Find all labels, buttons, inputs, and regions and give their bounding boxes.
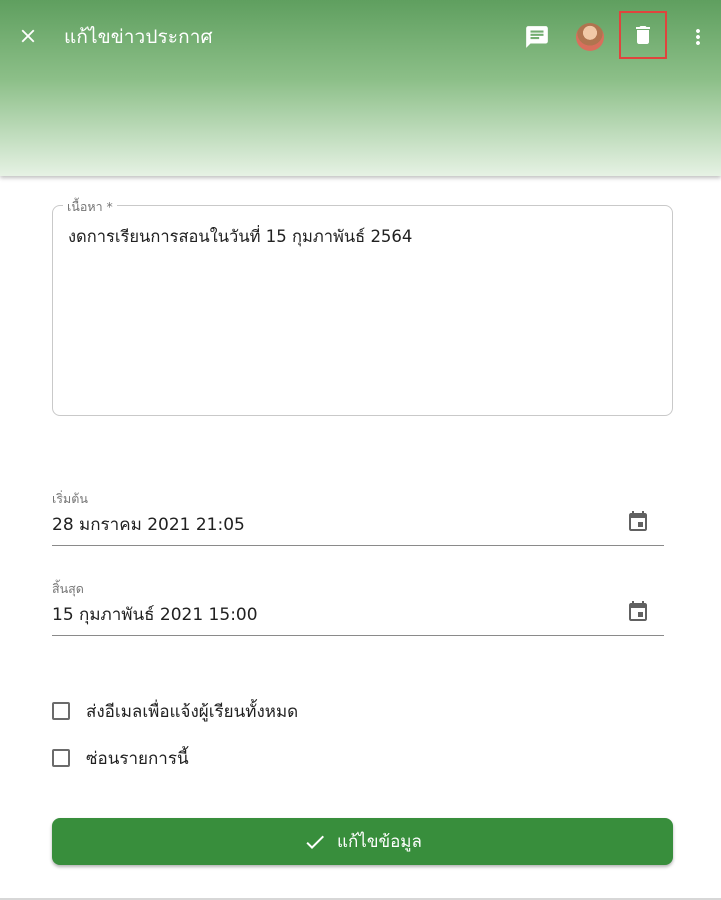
content-label: เนื้อหา *: [63, 197, 117, 217]
calendar-icon: [629, 601, 647, 621]
calendar-icon: [629, 511, 647, 531]
avatar[interactable]: [576, 23, 604, 51]
comment-button[interactable]: [518, 18, 556, 56]
page-title: แก้ไขข่าวประกาศ: [64, 26, 213, 48]
content-field[interactable]: เนื้อหา * งดการเรียนการสอนในวันที่ 15 กุ…: [52, 197, 673, 416]
start-date-picker-button[interactable]: [625, 509, 651, 535]
start-date-field[interactable]: เริ่มต้น 28 มกราคม 2021 21:05: [52, 489, 664, 546]
app-header: แก้ไขข่าวประกาศ: [0, 0, 721, 176]
end-date-value[interactable]: 15 กุมภาพันธ์ 2021 15:00: [52, 601, 258, 628]
trash-icon: [636, 26, 650, 44]
submit-label: แก้ไขข้อมูล: [337, 832, 422, 852]
more-vert-icon: [696, 29, 700, 45]
more-options-button[interactable]: [684, 20, 712, 54]
end-date-label: สิ้นสุด: [52, 581, 84, 596]
start-date-value[interactable]: 28 มกราคม 2021 21:05: [52, 511, 245, 538]
comment-icon: [526, 26, 548, 48]
end-date-field[interactable]: สิ้นสุด 15 กุมภาพันธ์ 2021 15:00: [52, 579, 664, 636]
email-notify-label: ส่งอีเมลเพื่อแจ้งผู้เรียนทั้งหมด: [86, 701, 299, 722]
submit-button[interactable]: แก้ไขข้อมูล: [52, 818, 673, 865]
delete-button[interactable]: [619, 11, 667, 59]
email-notify-checkbox[interactable]: [52, 702, 70, 720]
hide-item-option[interactable]: ซ่อนรายการนี้: [52, 745, 189, 771]
hide-item-checkbox[interactable]: [52, 749, 70, 767]
close-button[interactable]: [10, 18, 46, 54]
start-date-label: เริ่มต้น: [52, 491, 88, 506]
close-icon: [21, 29, 35, 43]
hide-item-label: ซ่อนรายการนี้: [86, 748, 189, 769]
end-date-picker-button[interactable]: [625, 599, 651, 625]
content-textarea[interactable]: งดการเรียนการสอนในวันที่ 15 กุมภาพันธ์ 2…: [68, 226, 653, 248]
email-notify-option[interactable]: ส่งอีเมลเพื่อแจ้งผู้เรียนทั้งหมด: [52, 698, 298, 724]
check-icon: [306, 835, 325, 849]
